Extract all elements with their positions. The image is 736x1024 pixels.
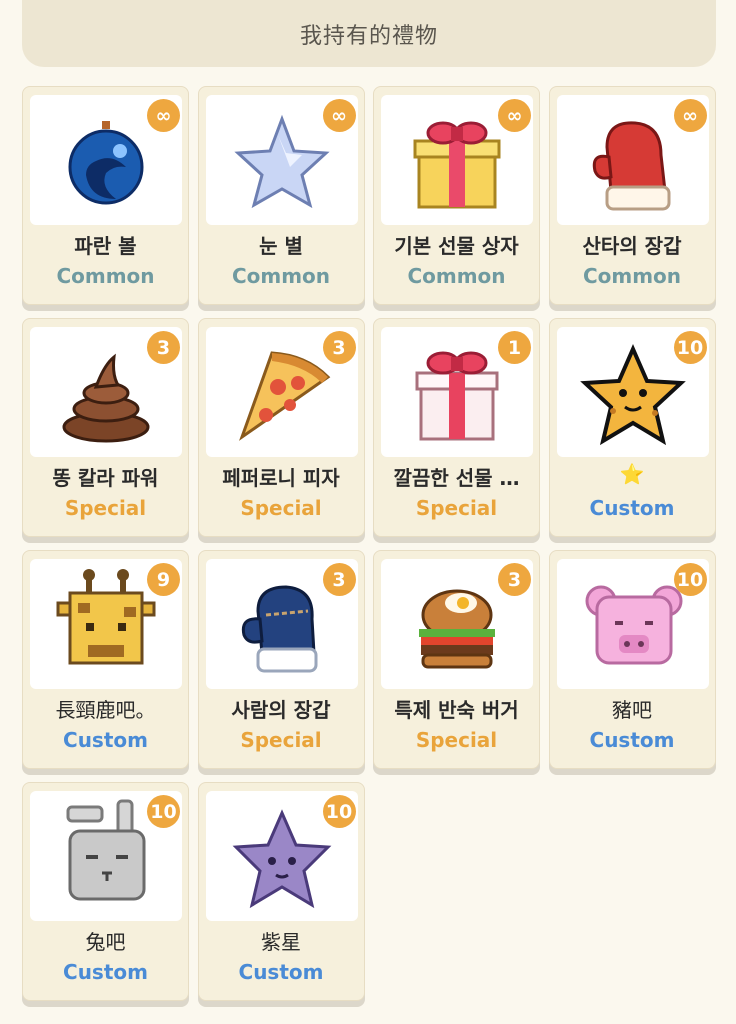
gift-rarity: Custom [589, 728, 675, 752]
gift-card[interactable]: ∞ 산타의 장갑 Common [548, 86, 716, 305]
count-badge: 3 [147, 331, 180, 364]
gift-thumbnail: 10 [205, 791, 358, 921]
gift-rarity: Special [240, 496, 322, 520]
gift-thumbnail: 10 [556, 327, 709, 457]
gift-name: 파란 볼 [74, 234, 137, 258]
count-badge: 1 [498, 331, 531, 364]
count-badge: ∞ [498, 99, 531, 132]
gift-thumbnail: 1 [381, 327, 533, 457]
gift-name: 특제 반숙 버거 [394, 698, 519, 722]
gift-thumbnail: 10 [30, 791, 182, 921]
count-badge: 10 [673, 563, 707, 596]
count-badge: 10 [147, 795, 180, 828]
gift-thumbnail: 3 [381, 559, 533, 689]
gift-rarity: Custom [63, 960, 148, 984]
gift-name: 紫星 [261, 930, 301, 954]
gift-thumbnail: 3 [205, 327, 358, 457]
gift-rarity: Common [407, 264, 506, 288]
gift-card[interactable]: 3 똥 칼라 파워 Special [22, 318, 189, 537]
gift-rarity: Custom [589, 496, 675, 520]
count-badge: ∞ [147, 99, 180, 132]
gift-rarity: Special [240, 728, 322, 752]
gift-rarity: Common [56, 264, 155, 288]
gift-rarity: Common [231, 264, 331, 288]
gift-thumbnail: ∞ [30, 95, 182, 225]
gift-name: 豬吧 [612, 698, 652, 722]
gift-thumbnail: ∞ [205, 95, 358, 225]
gift-card[interactable]: 3 사람의 장갑 Special [197, 550, 365, 769]
gift-name: 눈 별 [259, 234, 303, 258]
gift-rarity: Custom [63, 728, 148, 752]
count-badge: 10 [673, 331, 707, 364]
gift-card[interactable]: 10 紫星 Custom [197, 782, 365, 1001]
gift-name: 똥 칼라 파워 [52, 466, 159, 490]
count-badge: ∞ [673, 99, 707, 132]
gift-name: 산타의 장갑 [582, 234, 682, 258]
count-badge: 3 [498, 563, 531, 596]
gift-card[interactable]: 10 豬吧 Custom [548, 550, 716, 769]
gift-thumbnail: ∞ [381, 95, 533, 225]
count-badge: 3 [322, 563, 356, 596]
count-badge: 10 [322, 795, 356, 828]
gift-card[interactable]: ∞ 눈 별 Common [197, 86, 365, 305]
page-title: 我持有的禮物 [299, 23, 438, 49]
gift-card[interactable]: 9 長頸鹿吧。 Custom [22, 550, 189, 769]
gift-name: 사람의 장갑 [231, 698, 331, 722]
gift-thumbnail: 3 [30, 327, 182, 457]
gift-card[interactable]: ∞ 기본 선물 상자 Common [373, 86, 540, 305]
gift-thumbnail: 10 [556, 559, 709, 689]
gift-name: 長頸鹿吧。 [55, 698, 156, 722]
count-badge: 9 [147, 563, 180, 596]
gift-card[interactable]: 10 ⭐ Custom [548, 318, 716, 537]
gift-thumbnail: ∞ [556, 95, 709, 225]
gift-rarity: Special [415, 496, 498, 520]
gift-rarity: Special [415, 728, 498, 752]
gift-name: 兔吧 [85, 930, 126, 954]
gift-thumbnail: 3 [205, 559, 358, 689]
gift-card[interactable]: 3 특제 반숙 버거 Special [373, 550, 540, 769]
gift-name: 기본 선물 상자 [394, 234, 519, 258]
gift-rarity: Common [582, 264, 682, 288]
gift-name: 깔끔한 선물 … [393, 466, 520, 490]
count-badge: 3 [322, 331, 356, 364]
gift-thumbnail: 9 [30, 559, 182, 689]
gift-name: 페퍼로니 피자 [222, 466, 340, 490]
gift-card[interactable]: ∞ 파란 볼 Common [22, 86, 189, 305]
gift-rarity: Special [64, 496, 147, 520]
gift-card[interactable]: 10 兔吧 Custom [22, 782, 189, 1001]
gift-rarity: Custom [238, 960, 324, 984]
gift-name: ⭐ [619, 462, 645, 486]
gift-card[interactable]: 1 깔끔한 선물 … Special [373, 318, 540, 537]
count-badge: ∞ [322, 99, 356, 132]
gift-card[interactable]: 3 페퍼로니 피자 Special [197, 318, 365, 537]
page-header: 我持有的禮物 [22, 0, 716, 67]
